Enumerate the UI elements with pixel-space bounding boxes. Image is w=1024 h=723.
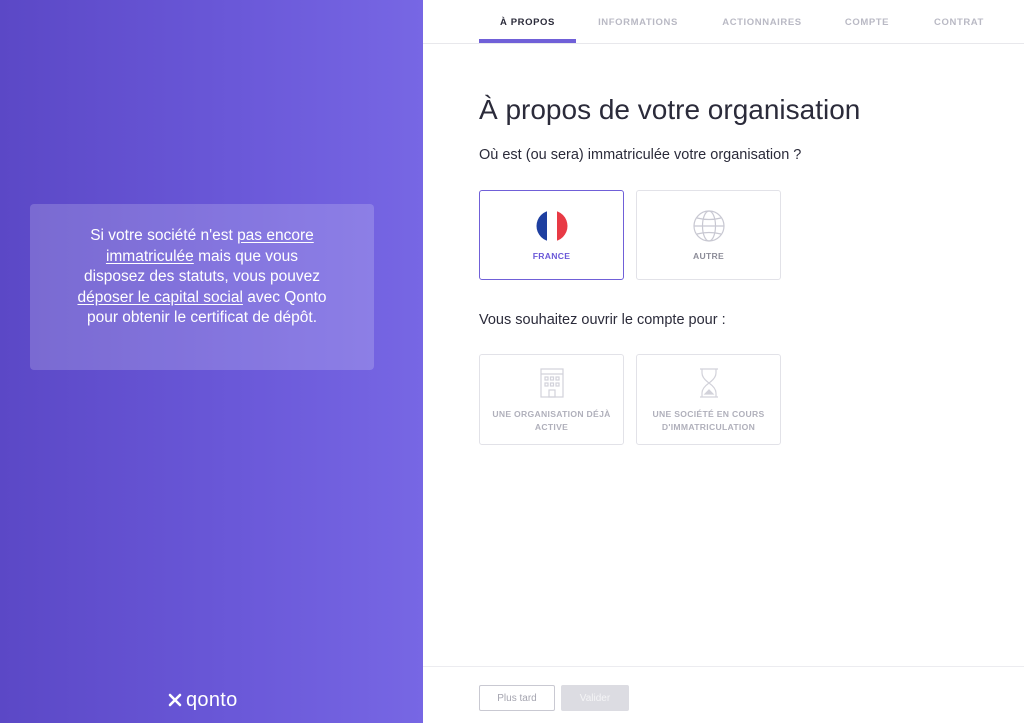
logo-text: qonto xyxy=(186,688,238,711)
tab-actionnaires[interactable]: ACTIONNAIRES xyxy=(712,0,812,44)
page-title: À propos de votre organisation xyxy=(479,94,861,125)
purpose-question: Vous souhaitez ouvrir le compte pour : xyxy=(479,312,726,328)
active-tab-indicator xyxy=(479,39,576,43)
qonto-mark-icon xyxy=(168,693,182,707)
step-tabs: À PROPOS INFORMATIONS ACTIONNAIRES COMPT… xyxy=(423,0,1024,44)
main-panel: À PROPOS INFORMATIONS ACTIONNAIRES COMPT… xyxy=(423,0,1024,723)
registration-question: Où est (ou sera) immatriculée votre orga… xyxy=(479,147,802,163)
option-france-label: FRANCE xyxy=(532,251,571,261)
tab-a-propos[interactable]: À PROPOS xyxy=(479,0,576,44)
hourglass-icon xyxy=(699,368,718,398)
tab-contrat[interactable]: CONTRAT xyxy=(927,0,991,44)
footer-bar: Plus tard Valider xyxy=(423,666,1024,723)
info-text-1: Si votre société n'est xyxy=(90,227,238,244)
tab-compte[interactable]: COMPTE xyxy=(837,0,897,44)
later-button[interactable]: Plus tard xyxy=(479,685,555,711)
option-organisation-active-label: UNE ORGANISATION DÉJÀ ACTIVE xyxy=(492,409,611,432)
option-autre-label: AUTRE xyxy=(692,251,725,261)
option-france[interactable]: FRANCE xyxy=(479,190,624,280)
option-societe-en-cours[interactable]: UNE SOCIÉTÉ EN COURS D'IMMATRICULATION xyxy=(636,354,781,445)
tab-informations[interactable]: INFORMATIONS xyxy=(589,0,687,44)
qonto-logo: qonto xyxy=(168,687,238,713)
validate-button[interactable]: Valider xyxy=(561,685,629,711)
globe-icon xyxy=(692,210,725,242)
deposer-capital-link[interactable]: déposer le capital social xyxy=(77,289,242,306)
option-organisation-active[interactable]: UNE ORGANISATION DÉJÀ ACTIVE xyxy=(479,354,624,445)
info-callout: Si votre société n'est pas encore immatr… xyxy=(30,204,374,370)
france-flag-icon xyxy=(536,210,567,242)
building-icon xyxy=(539,368,564,398)
sidebar-panel: Si votre société n'est pas encore immatr… xyxy=(0,0,423,723)
option-autre[interactable]: AUTRE xyxy=(636,190,781,280)
option-societe-en-cours-label: UNE SOCIÉTÉ EN COURS D'IMMATRICULATION xyxy=(652,409,765,432)
